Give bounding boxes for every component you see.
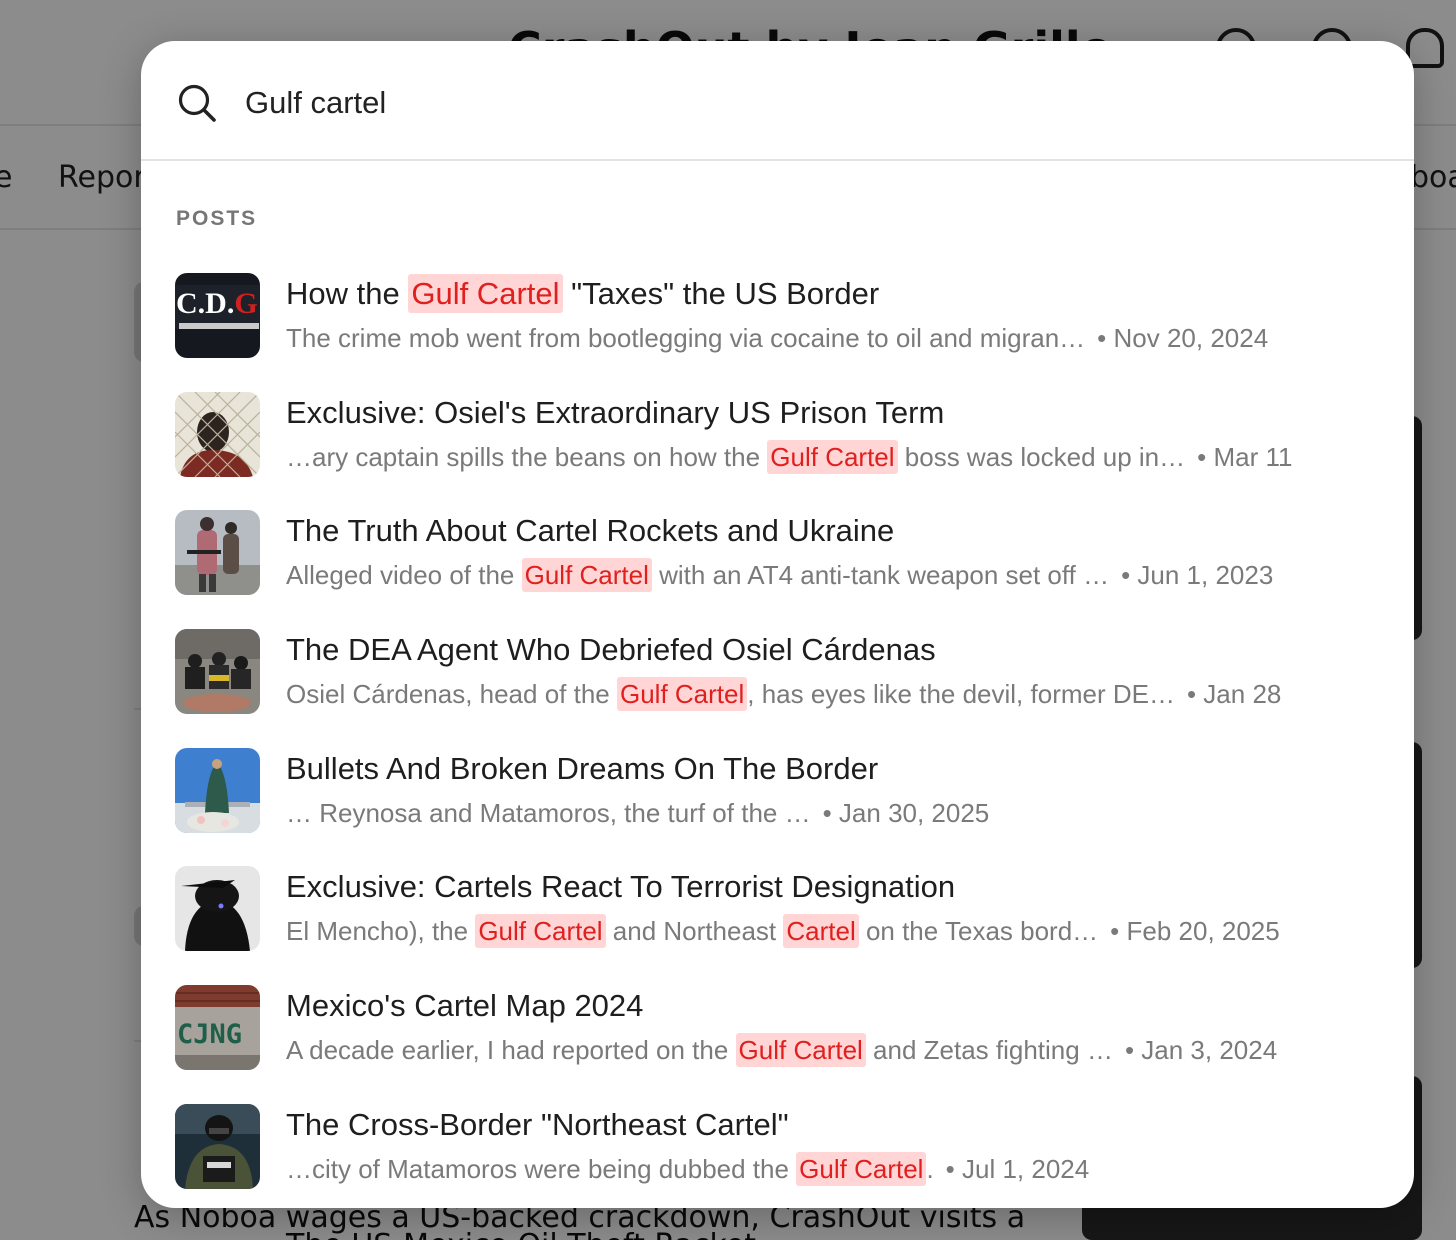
cjng-graffiti-text: CJNG <box>177 1019 242 1050</box>
text-segment: Alleged video of the <box>286 560 522 591</box>
text-segment: , has eyes like the devil, former DE… <box>747 679 1175 710</box>
result-meta: Alleged video of the Gulf Cartel with an… <box>286 555 1381 595</box>
result-meta: El Mencho), the Gulf Cartel and Northeas… <box>286 911 1381 951</box>
text-segment: "Taxes" the US Border <box>562 276 880 311</box>
search-icon <box>177 83 217 123</box>
text-segment: …city of Matamoros were being dubbed the <box>286 1153 797 1184</box>
search-result-item[interactable]: CJNG Mexico's Cartel Map 2024 A decade ea… <box>141 977 1414 1096</box>
result-date: • Mar 11 <box>1197 441 1293 472</box>
result-title: How the Gulf Cartel "Taxes" the US Borde… <box>286 274 1381 314</box>
result-thumbnail <box>175 747 260 833</box>
result-snippet: A decade earlier, I had reported on the … <box>286 1030 1113 1070</box>
text-segment: The DEA Agent Who Debriefed Osiel Cárden… <box>286 632 936 668</box>
search-highlight: Cartel <box>783 914 859 949</box>
search-highlight: Gulf Cartel <box>616 677 748 712</box>
result-snippet: Osiel Cárdenas, head of the Gulf Cartel,… <box>286 674 1175 714</box>
text-segment: . <box>926 1153 934 1184</box>
result-snippet: Alleged video of the Gulf Cartel with an… <box>286 555 1109 595</box>
search-result-item[interactable]: Bullets And Broken Dreams On The Border …… <box>141 740 1414 859</box>
result-thumbnail <box>175 510 260 596</box>
text-segment: El Mencho), the <box>286 916 476 947</box>
posts-section-label: POSTS <box>176 207 258 230</box>
text-segment: … Reynosa and Matamoros, the turf of the… <box>286 797 811 828</box>
search-result-item[interactable]: Exclusive: Cartels React To Terrorist De… <box>141 858 1414 977</box>
search-modal: POSTS C.D.G How the Gulf Cartel "Taxes" … <box>141 41 1414 1208</box>
result-meta: …ary captain spills the beans on how the… <box>286 437 1381 477</box>
result-title: Exclusive: Cartels React To Terrorist De… <box>286 867 1381 907</box>
result-date: • Jul 1, 2024 <box>945 1153 1090 1184</box>
search-input[interactable] <box>245 77 1365 129</box>
search-result-item[interactable]: The Truth About Cartel Rockets and Ukrai… <box>141 502 1414 621</box>
text-segment: A decade earlier, I had reported on the <box>286 1035 736 1066</box>
text-segment: Exclusive: Osiel's Extraordinary US Pris… <box>286 394 945 430</box>
search-result-item[interactable]: Exclusive: Osiel's Extraordinary US Pris… <box>141 384 1414 503</box>
search-highlight: Gulf Cartel <box>408 274 563 313</box>
result-date: • Jan 28 <box>1186 679 1282 710</box>
text-segment: on the Texas bord… <box>858 916 1099 947</box>
result-snippet: …city of Matamoros were being dubbed the… <box>286 1149 934 1189</box>
result-snippet: …ary captain spills the beans on how the… <box>286 437 1185 477</box>
search-result-item[interactable]: The Cross-Border "Northeast Cartel" …city… <box>141 1096 1414 1208</box>
search-highlight: Gulf Cartel <box>767 439 898 474</box>
search-result-item[interactable]: The DEA Agent Who Debriefed Osiel Cárden… <box>141 621 1414 740</box>
text-segment: and Zetas fighting … <box>865 1035 1113 1066</box>
text-segment: Bullets And Broken Dreams On The Border <box>286 750 879 786</box>
text-segment: …ary captain spills the beans on how the <box>286 441 768 472</box>
result-title: Mexico's Cartel Map 2024 <box>286 986 1381 1026</box>
search-highlight: Gulf Cartel <box>796 1151 927 1186</box>
text-segment: with an AT4 anti-tank weapon set off … <box>651 560 1110 591</box>
search-highlight: Gulf Cartel <box>475 914 606 949</box>
result-date: • Jan 30, 2025 <box>822 797 990 828</box>
search-bar <box>141 41 1414 161</box>
result-meta: …city of Matamoros were being dubbed the… <box>286 1149 1381 1189</box>
text-segment: Exclusive: Cartels React To Terrorist De… <box>286 869 956 905</box>
text-segment: The crime mob went from bootlegging via … <box>286 323 1086 353</box>
result-meta: Osiel Cárdenas, head of the Gulf Cartel,… <box>286 674 1381 714</box>
result-date: • Feb 20, 2025 <box>1110 916 1280 947</box>
search-highlight: Gulf Cartel <box>735 1033 866 1068</box>
result-date: • Jan 3, 2024 <box>1124 1035 1278 1066</box>
result-meta: The crime mob went from bootlegging via … <box>286 318 1381 358</box>
search-results-list: C.D.G How the Gulf Cartel "Taxes" the US… <box>141 265 1414 1208</box>
cdg-logo-text: C.D.G <box>176 287 258 320</box>
result-date: • Jun 1, 2023 <box>1121 560 1274 591</box>
result-thumbnail <box>175 866 260 952</box>
result-thumbnail: CJNG <box>175 985 260 1071</box>
result-snippet: … Reynosa and Matamoros, the turf of the… <box>286 793 811 833</box>
result-thumbnail <box>175 629 260 715</box>
result-title: Exclusive: Osiel's Extraordinary US Pris… <box>286 393 1381 433</box>
result-thumbnail: C.D.G <box>175 273 260 358</box>
text-segment: The Cross-Border "Northeast Cartel" <box>286 1106 789 1142</box>
text-segment: boss was locked up in… <box>897 441 1186 472</box>
result-date: • Nov 20, 2024 <box>1097 323 1269 353</box>
result-snippet: The crime mob went from bootlegging via … <box>286 318 1085 358</box>
text-segment: How the <box>286 276 409 311</box>
result-thumbnail <box>175 1103 260 1189</box>
search-result-item[interactable]: C.D.G How the Gulf Cartel "Taxes" the US… <box>141 265 1414 384</box>
result-title: Bullets And Broken Dreams On The Border <box>286 749 1381 789</box>
result-title: The Truth About Cartel Rockets and Ukrai… <box>286 511 1381 551</box>
result-thumbnail <box>175 391 260 477</box>
text-segment: The Truth About Cartel Rockets and Ukrai… <box>286 513 895 549</box>
text-segment: Osiel Cárdenas, head of the <box>286 679 617 710</box>
result-snippet: El Mencho), the Gulf Cartel and Northeas… <box>286 911 1098 951</box>
result-meta: … Reynosa and Matamoros, the turf of the… <box>286 793 1381 833</box>
text-segment: and Northeast <box>605 916 784 947</box>
result-meta: A decade earlier, I had reported on the … <box>286 1030 1381 1070</box>
result-title: The Cross-Border "Northeast Cartel" <box>286 1105 1381 1145</box>
text-segment: Mexico's Cartel Map 2024 <box>286 988 644 1024</box>
search-highlight: Gulf Cartel <box>521 558 652 593</box>
result-title: The DEA Agent Who Debriefed Osiel Cárden… <box>286 630 1381 670</box>
